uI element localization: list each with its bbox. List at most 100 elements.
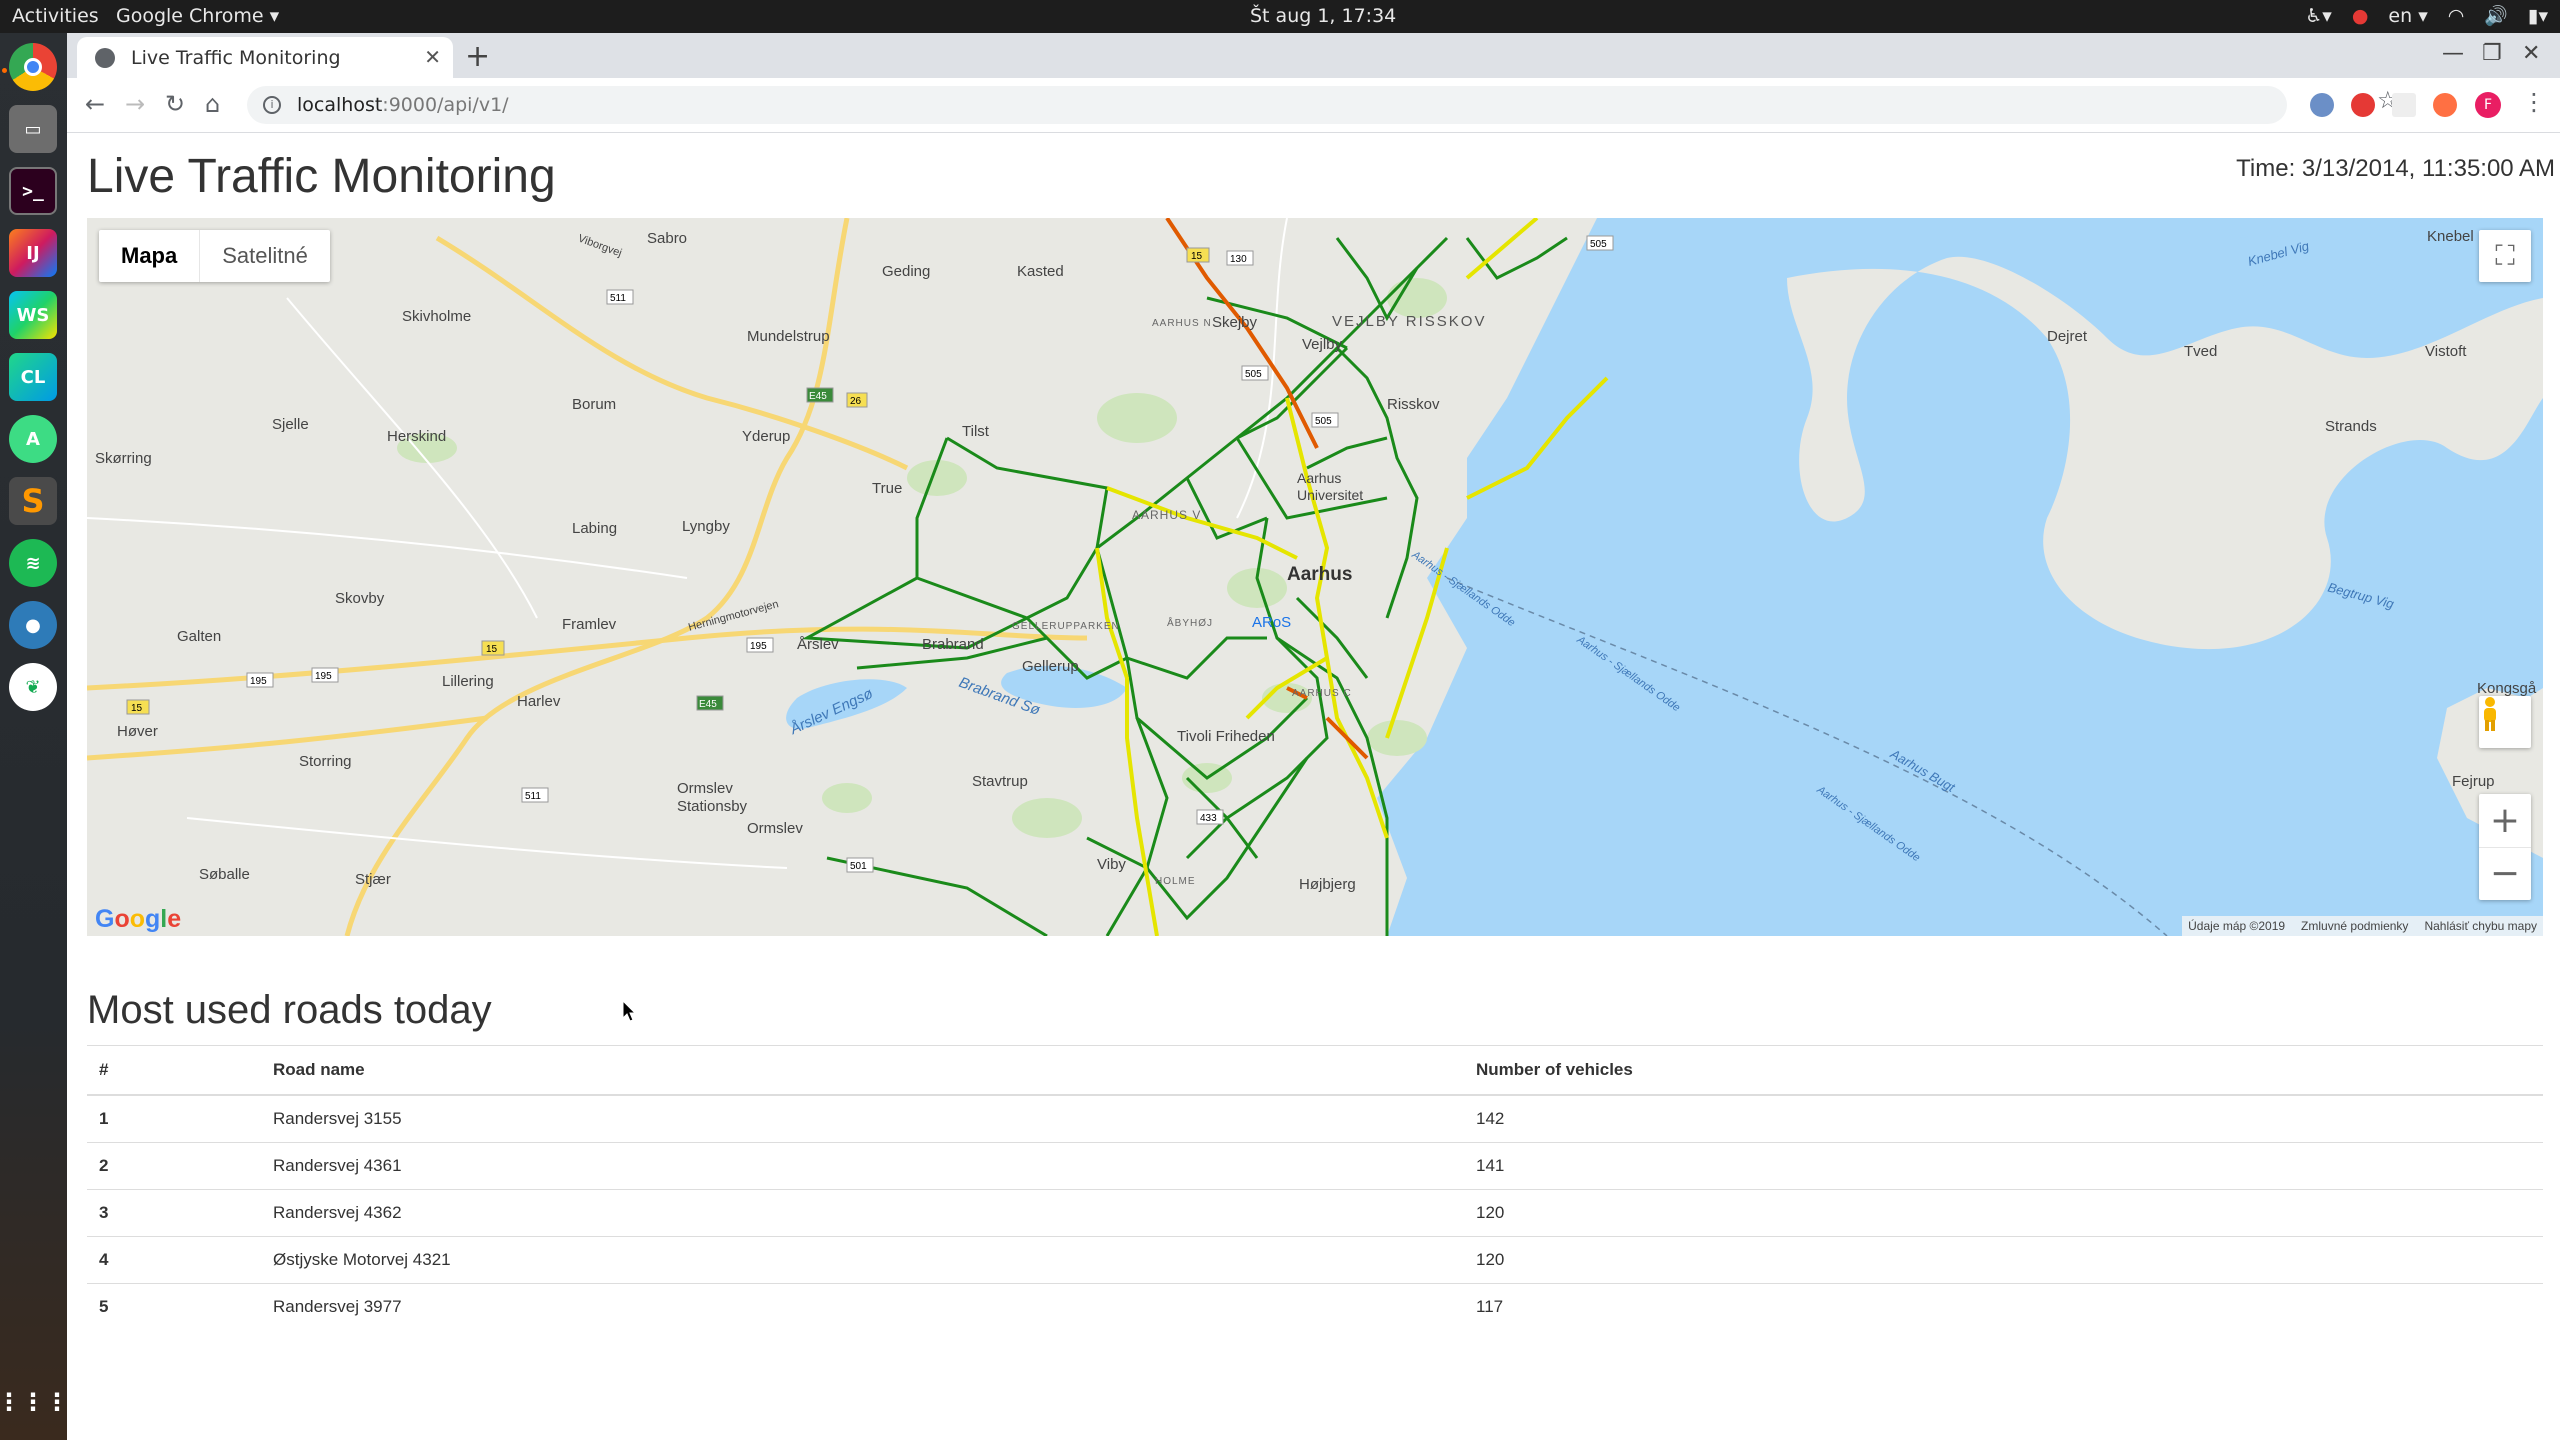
address-bar[interactable]: i localhost:9000/api/v1/ ☆: [247, 86, 2399, 124]
report-error-link[interactable]: Nahlásiť chybu mapy: [2424, 919, 2537, 933]
fullscreen-icon[interactable]: ⛶: [2479, 230, 2531, 282]
network-app-icon[interactable]: ●: [9, 601, 57, 649]
roads-table: # Road name Number of vehicles 1 Randers…: [87, 1045, 2543, 1330]
road-cell: Randersvej 4362: [261, 1189, 1464, 1237]
files-icon[interactable]: ▭: [9, 105, 57, 153]
show-applications-icon[interactable]: ⋮⋮⋮: [0, 1378, 69, 1426]
kebab-icon[interactable]: ⋮: [2522, 88, 2546, 116]
reload-icon[interactable]: ↻: [165, 90, 185, 118]
place-label: Høver: [117, 723, 158, 740]
place-label: Strands: [2325, 418, 2377, 435]
place-label: Skovby: [335, 590, 385, 607]
zoom-out-button[interactable]: −: [2479, 847, 2531, 899]
green-areas: [397, 278, 1447, 838]
extension-icon[interactable]: [2310, 93, 2334, 117]
place-label: Årslev: [797, 636, 839, 653]
battery-icon[interactable]: ▮▾: [2528, 5, 2548, 27]
sublime-icon[interactable]: S: [9, 477, 57, 525]
tab-strip: Live Traffic Monitoring ✕ + — ❐ ✕: [67, 33, 2560, 78]
place-label: Kongsgå: [2477, 680, 2537, 697]
place-label: Skivholme: [402, 308, 472, 325]
plus-icon[interactable]: +: [465, 39, 490, 74]
extension-icon[interactable]: [2433, 93, 2457, 117]
zoom-in-button[interactable]: +: [2479, 795, 2531, 847]
place-label: Herskind: [387, 428, 447, 445]
clion-icon[interactable]: CL: [9, 353, 57, 401]
place-label: Borum: [572, 396, 617, 413]
vehicles-cell: 142: [1464, 1094, 2543, 1143]
minimize-icon[interactable]: —: [2442, 41, 2464, 66]
zoom-control: + −: [2479, 794, 2531, 900]
place-label: Tilst: [962, 423, 989, 440]
arrow-right-icon[interactable]: →: [125, 90, 145, 118]
language-indicator[interactable]: en ▾: [2388, 5, 2427, 27]
svg-text:511: 511: [525, 791, 541, 802]
local-roads: [87, 218, 1288, 869]
vehicles-cell: 117: [1464, 1283, 2543, 1330]
volume-icon[interactable]: 🔊: [2484, 4, 2508, 27]
place-label: True: [872, 480, 903, 497]
rank-cell: 5: [87, 1283, 261, 1330]
home-icon[interactable]: ⌂: [205, 90, 220, 118]
running-indicator: [2, 68, 7, 73]
place-label: Viby: [1097, 856, 1126, 873]
place-label: Tved: [2184, 343, 2218, 360]
terms-link[interactable]: Zmluvné podmienky: [2301, 919, 2408, 933]
map-type-control: Mapa Satelitné: [99, 230, 330, 282]
activities-button[interactable]: Activities: [12, 5, 99, 27]
road-cell: Randersvej 3977: [261, 1283, 1464, 1330]
map-type-satellite-button[interactable]: Satelitné: [199, 230, 330, 282]
url-host: localhost: [297, 94, 383, 116]
svg-text:195: 195: [250, 676, 267, 687]
time-display: Time: 3/13/2014, 11:35:00 AM: [2236, 155, 2555, 182]
close-icon[interactable]: ✕: [424, 45, 441, 69]
table-row: 2 Randersvej 4361 141: [87, 1142, 2543, 1190]
system-tray[interactable]: ♿▾ ● en ▾ ◠ 🔊 ▮▾: [2305, 4, 2548, 28]
svg-text:130: 130: [1230, 254, 1247, 265]
profile-avatar[interactable]: F: [2475, 92, 2501, 118]
intellij-icon[interactable]: IJ: [9, 229, 57, 277]
record-icon[interactable]: ●: [2352, 5, 2369, 27]
map-data-label[interactable]: Údaje máp ©2019: [2188, 919, 2285, 933]
map-type-map-button[interactable]: Mapa: [99, 230, 199, 282]
road-cell: Randersvej 3155: [261, 1094, 1464, 1143]
system-clock[interactable]: Št aug 1, 17:34: [1250, 5, 1396, 27]
browser-tab[interactable]: Live Traffic Monitoring ✕: [77, 37, 453, 78]
restore-icon[interactable]: ❐: [2482, 41, 2502, 66]
rank-cell: 1: [87, 1094, 261, 1143]
traffic-map[interactable]: 15 130 505 511 E45 26 195 15 E45 511 501…: [87, 218, 2543, 936]
window-close-icon[interactable]: ✕: [2522, 41, 2540, 66]
extension-icon[interactable]: [2392, 93, 2416, 117]
svg-text:15: 15: [1191, 251, 1203, 262]
url-path: :9000/api/v1/: [382, 94, 509, 116]
accessibility-icon[interactable]: ♿▾: [2305, 5, 2332, 27]
tab-title: Live Traffic Monitoring: [131, 46, 341, 69]
place-label: Stjær: [355, 871, 391, 888]
arrow-left-icon[interactable]: ←: [85, 90, 105, 118]
globe-icon: [95, 47, 115, 68]
rank-cell: 3: [87, 1189, 261, 1237]
webstorm-icon[interactable]: WS: [9, 291, 57, 339]
chrome-icon[interactable]: [9, 43, 57, 91]
pegman-icon[interactable]: [2479, 696, 2531, 748]
place-label: Sjelle: [272, 416, 309, 433]
place-label: Geding: [882, 263, 931, 280]
mongodb-compass-icon[interactable]: ❦: [9, 663, 57, 711]
info-icon[interactable]: i: [263, 96, 281, 114]
browser-window: Live Traffic Monitoring ✕ + — ❐ ✕ ← → ↻ …: [67, 33, 2560, 1440]
svg-text:511: 511: [610, 293, 626, 304]
place-label: Ormslev Stationsby: [677, 780, 748, 815]
place-label: Aarhus: [1287, 564, 1353, 585]
place-label: AARHUS N: [1152, 318, 1212, 329]
place-label: ÅBYHØJ: [1167, 618, 1214, 629]
terminal-icon[interactable]: >_: [9, 167, 57, 215]
app-menu[interactable]: Google Chrome ▾: [116, 5, 279, 27]
spotify-icon[interactable]: ≋: [9, 539, 57, 587]
extension-icon[interactable]: [2351, 93, 2375, 117]
wifi-icon[interactable]: ◠: [2448, 5, 2465, 27]
place-label: Vejlby: [1302, 336, 1343, 353]
android-studio-icon[interactable]: A: [9, 415, 57, 463]
place-label: Dejret: [2047, 328, 2088, 345]
place-label: Tivoli Friheden: [1177, 728, 1275, 745]
place-label: Yderup: [742, 428, 791, 445]
